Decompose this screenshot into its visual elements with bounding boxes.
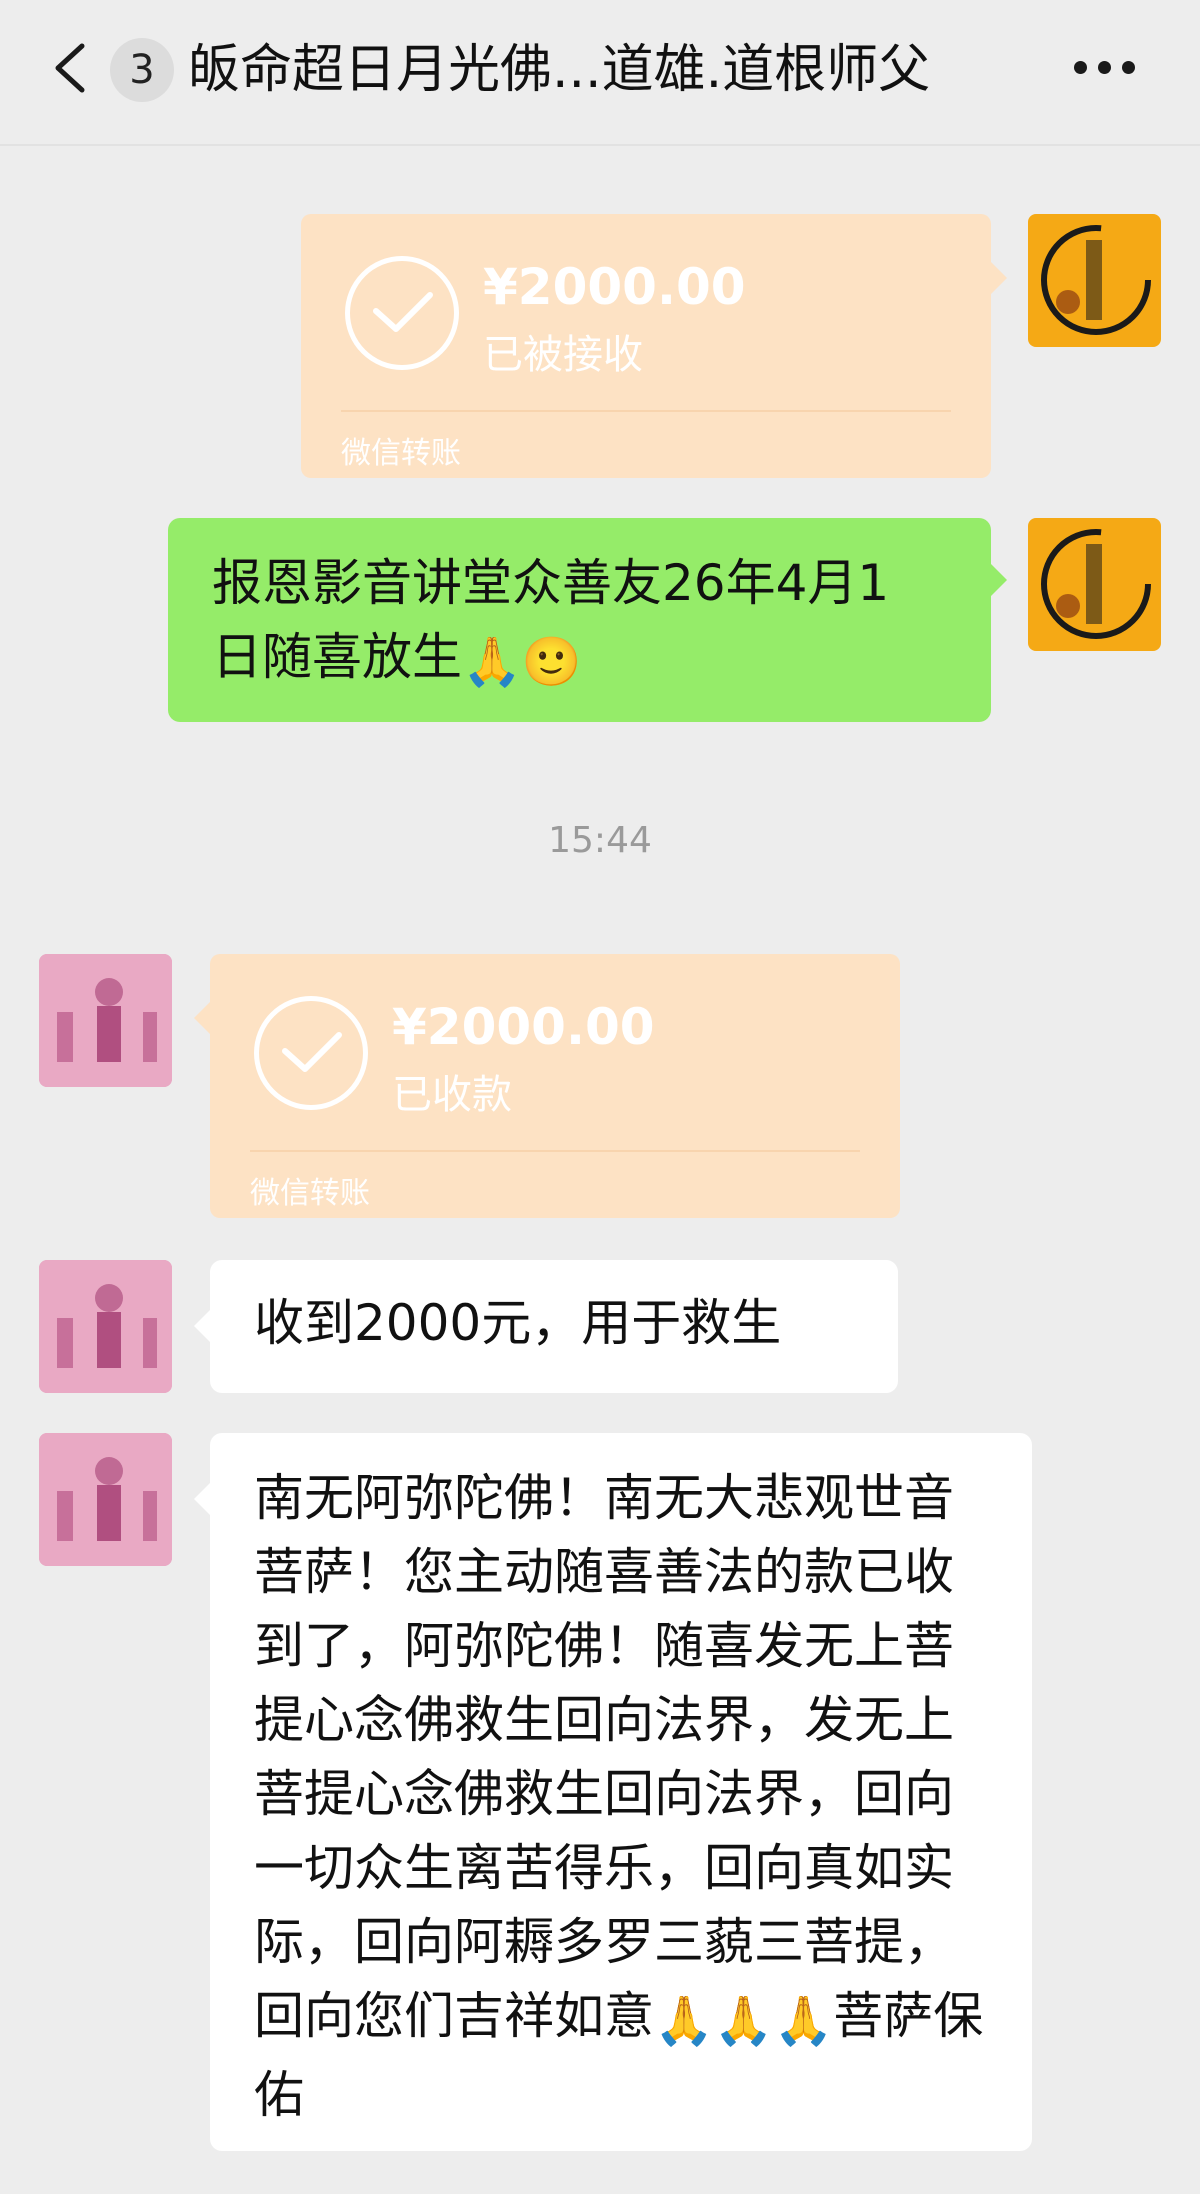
transfer-card-sent[interactable]: ¥2000.00 已被接收 微信转账 xyxy=(301,214,1007,478)
contact-avatar[interactable] xyxy=(39,1433,172,1566)
check-circle-icon xyxy=(254,996,368,1110)
transfer-amount: ¥2000.00 xyxy=(392,998,655,1056)
pray-smile-emoji: 🙏🙂 xyxy=(462,634,582,690)
message-text: 收到2000元，用于救生 xyxy=(254,1294,782,1352)
pray-emoji: 🙏🙏🙏 xyxy=(654,1993,834,2049)
more-dots-icon[interactable] xyxy=(1070,52,1140,82)
chevron-left-icon[interactable] xyxy=(46,38,96,98)
message-bubble-received[interactable]: 收到2000元，用于救生 xyxy=(194,1260,898,1393)
message-bubble-sent[interactable]: 报恩影音讲堂众善友26年4月1日随喜放生🙏🙂 xyxy=(168,518,1007,722)
contact-avatar[interactable] xyxy=(39,1260,172,1393)
transfer-amount: ¥2000.00 xyxy=(483,258,746,316)
divider xyxy=(250,1150,860,1152)
chat-title: 皈命超日月光佛...道雄.道根师父 xyxy=(188,40,931,100)
contact-avatar[interactable] xyxy=(39,954,172,1087)
divider xyxy=(341,410,951,412)
unread-count-badge[interactable]: 3 xyxy=(110,38,174,102)
self-avatar[interactable] xyxy=(1028,214,1161,347)
transfer-status: 已收款 xyxy=(392,1072,512,1118)
transfer-card-received[interactable]: ¥2000.00 已收款 微信转账 xyxy=(194,954,900,1218)
transfer-label: 微信转账 xyxy=(250,1176,370,1211)
message-bubble-received[interactable]: 南无阿弥陀佛！南无大悲观世音菩萨！您主动随喜善法的款已收到了，阿弥陀佛！随喜发无… xyxy=(194,1433,1032,2151)
check-circle-icon xyxy=(345,256,459,370)
chat-header: 3 皈命超日月光佛...道雄.道根师父 xyxy=(0,0,1200,146)
self-avatar[interactable] xyxy=(1028,518,1161,651)
timestamp: 15:44 xyxy=(548,820,652,861)
message-text: 南无阿弥陀佛！南无大悲观世音菩萨！您主动随喜善法的款已收到了，阿弥陀佛！随喜发无… xyxy=(254,1469,954,2045)
transfer-label: 微信转账 xyxy=(341,436,461,471)
transfer-status: 已被接收 xyxy=(483,332,643,378)
